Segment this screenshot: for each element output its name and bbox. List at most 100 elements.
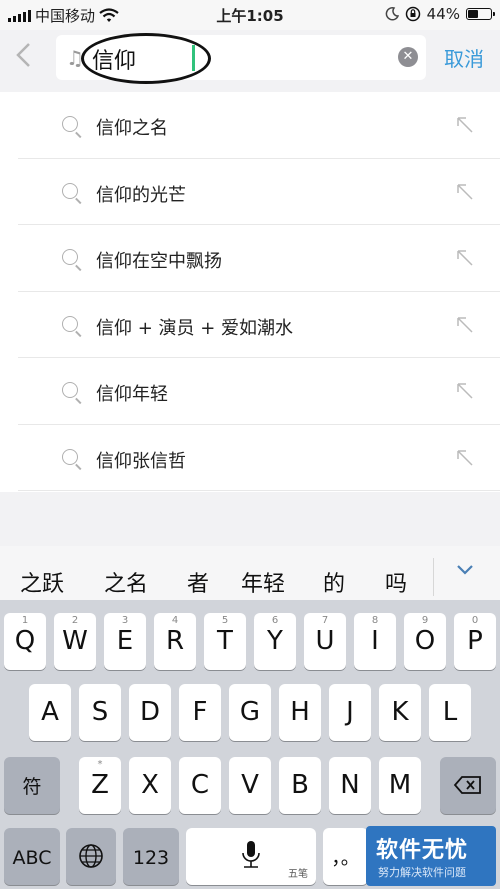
clear-x-icon[interactable]: ✕ [398,47,418,67]
key-n[interactable]: N [329,757,371,814]
candidate-word[interactable]: 之名 [104,566,148,598]
punctuation-key[interactable]: ，。 [323,828,368,885]
key-label: F [192,697,208,727]
key-hint: 3 [121,615,129,626]
suggestion-label: 信仰之名 [96,118,168,139]
space-key[interactable]: 五笔 [186,828,316,885]
fill-query-arrow-icon[interactable] [456,382,474,400]
moon-icon [385,7,399,21]
key-label: H [290,697,310,727]
key-label: ABC [12,847,52,869]
key-label: E [116,626,134,656]
candidate-word[interactable]: 之跃 [20,566,64,598]
key-label: P [467,626,483,656]
key-label: N [340,770,360,800]
key-h[interactable]: H [279,684,321,741]
suggestion-item[interactable]: 信仰年轻 [0,358,500,425]
fill-query-arrow-icon[interactable] [456,249,474,267]
watermark-subtitle: 努力解决软件问题 [378,866,466,879]
key-label: G [239,697,261,727]
backspace-key[interactable] [440,757,496,814]
key-hint: 5 [221,615,229,626]
key-label: B [291,770,309,800]
key-l[interactable]: L [429,684,471,741]
key-r[interactable]: 4R [154,613,196,670]
key-b[interactable]: B [279,757,321,814]
key-hint: 9 [421,615,429,626]
key-w[interactable]: 2W [54,613,96,670]
expand-candidates-chevron-icon[interactable] [455,562,475,576]
suggestion-item[interactable]: 信仰 + 演员 + 爱如潮水 [0,292,500,359]
search-input-box[interactable]: ♫ 信仰 ✕ [56,33,426,84]
fill-query-arrow-icon[interactable] [456,449,474,467]
fill-query-arrow-icon[interactable] [456,316,474,334]
back-chevron-icon[interactable] [14,40,44,72]
candidate-word[interactable]: 吗 [385,566,407,598]
battery-percent: 44% [426,5,460,23]
key-label: V [241,770,259,800]
key-a[interactable]: A [29,684,71,741]
key-z[interactable]: * Z [79,757,121,814]
key-c[interactable]: C [179,757,221,814]
fill-query-arrow-icon[interactable] [456,116,474,134]
key-y[interactable]: 6Y [254,613,296,670]
symbol-key[interactable]: 符 [4,757,60,814]
suggestion-item[interactable]: 信仰的光芒 [0,159,500,226]
key-p[interactable]: 0P [454,613,496,670]
key-label: S [91,697,109,727]
key-o[interactable]: 9O [404,613,446,670]
key-v[interactable]: V [229,757,271,814]
key-t[interactable]: 5T [204,613,246,670]
key-k[interactable]: K [379,684,421,741]
battery-icon [466,8,495,20]
key-u[interactable]: 7U [304,613,346,670]
fill-query-arrow-icon[interactable] [456,183,474,201]
key-f[interactable]: F [179,684,221,741]
globe-key[interactable] [66,828,116,885]
key-hint: 8 [371,615,379,626]
hand-drawn-circle-annotation [81,33,211,84]
watermark-logo: 软件无忧 努力解决软件问题 [366,826,496,886]
suggestion-label: 信仰 + 演员 + 爱如潮水 [96,317,294,339]
key-label: Y [267,626,283,656]
key-label: O [414,626,436,656]
key-label: J [346,697,354,727]
suggestion-label: 信仰在空中飘扬 [96,251,222,272]
key-hint: 4 [171,615,179,626]
key-hint: 2 [71,615,79,626]
key-label: ，。 [331,847,360,869]
key-j[interactable]: J [329,684,371,741]
key-label: C [190,770,210,800]
candidate-word[interactable]: 者 [187,566,209,598]
abc-key[interactable]: ABC [4,828,60,885]
search-icon [62,182,78,199]
key-x[interactable]: X [129,757,171,814]
key-label: W [62,626,88,656]
key-label: L [442,697,458,727]
key-d[interactable]: D [129,684,171,741]
key-label: Z [91,770,109,800]
search-icon [62,249,78,265]
key-hint: 0 [471,615,479,626]
key-i[interactable]: 8I [354,613,396,670]
search-header: ♫ 信仰 ✕ 取消 [0,30,500,90]
globe-icon [79,844,103,868]
suggestion-item[interactable]: 信仰之名 [0,92,500,159]
number-key[interactable]: 123 [123,828,179,885]
suggestion-label: 信仰的光芒 [96,184,186,206]
key-s[interactable]: S [79,684,121,741]
key-q[interactable]: 1Q [4,613,46,670]
key-g[interactable]: G [229,684,271,741]
candidate-word[interactable]: 的 [323,566,345,598]
suggestion-item[interactable]: 信仰张信哲 [0,425,500,492]
candidate-word[interactable]: 年轻 [241,566,285,598]
key-m[interactable]: M [379,757,421,814]
watermark-title: 软件无忧 [376,838,469,863]
key-hint: * [97,759,103,770]
cancel-button[interactable]: 取消 [444,43,484,72]
key-e[interactable]: 3E [104,613,146,670]
key-label: K [391,697,409,727]
search-icon [62,116,78,132]
suggestion-item[interactable]: 信仰在空中飘扬 [0,225,500,292]
key-label: D [139,697,161,727]
